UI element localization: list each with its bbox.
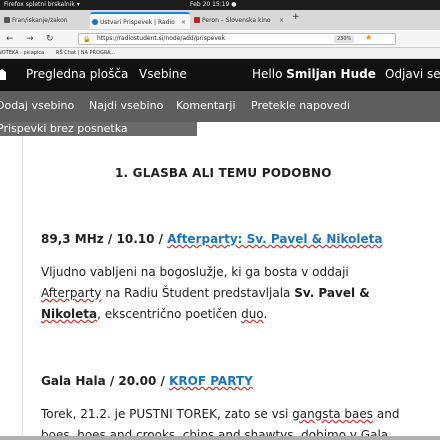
- misspelled-word: duo: [241, 307, 264, 321]
- tab-fran[interactable]: Fran/iskanje/zakon: [2, 12, 88, 29]
- app-menu[interactable]: Firefox spletni brskalnik ▾: [4, 0, 80, 10]
- event-heading: 89,3 MHz / 10.10 / Afterparty: Sv. Pavel…: [41, 232, 382, 246]
- tab-label: Peron – Slovenska kino: [202, 17, 271, 24]
- bookmark-rs-chat[interactable]: RŠ Chat | NA PROGRA...: [56, 48, 115, 59]
- new-tab-button[interactable]: +: [292, 12, 300, 22]
- text-span: na Radiu Študent predstavljala: [101, 286, 295, 300]
- forward-button[interactable]: →: [26, 33, 34, 45]
- bold-text: Sv. Pavel &: [294, 286, 370, 300]
- url-text: https://radiostudent.si/node/add/prispev…: [97, 35, 226, 42]
- menu-add-content[interactable]: Dodaj vsebino: [0, 99, 74, 112]
- text-span: Torek, 21.2. je PUSTNI TOREK, zato se vs…: [41, 407, 293, 421]
- bookmarks-toolbar: NOTEKA - picapica RŠ Chat | NA PROGRA...: [0, 48, 440, 59]
- zoom-indicator[interactable]: 230%: [334, 35, 355, 43]
- text-span: .: [263, 307, 268, 321]
- home-icon[interactable]: [0, 66, 6, 82]
- event-time: Gala Hala / 20.00 /: [41, 374, 170, 388]
- text-line: Afterparty na Radiu Študent predstavljal…: [41, 283, 439, 304]
- text-line: Nikoleta, ekscentrično poetičen duo.: [41, 304, 439, 325]
- text-line: Vljudno vabljeni na bogoslužje, ki ga bo…: [41, 265, 349, 279]
- menu-find-content[interactable]: Najdi vsebino: [89, 99, 163, 112]
- misspelled-word: gangsta baes: [292, 407, 374, 421]
- horizontal-scrollbar[interactable]: [0, 436, 440, 440]
- event-link[interactable]: Afterparty: Sv. Pavel & Nikoleta: [167, 232, 382, 246]
- event-description: Vljudno vabljeni na bogoslužje, ki ga bo…: [41, 262, 439, 325]
- tab-ustvari-prispevek[interactable]: Ustvari Prispevek | Radio ×: [90, 12, 190, 29]
- favicon-icon: [4, 17, 10, 23]
- chevron-down-icon: ▾: [76, 1, 80, 8]
- dashboard-link[interactable]: Pregledna plošča: [26, 67, 128, 81]
- reload-button[interactable]: ↻: [46, 33, 54, 45]
- favicon-icon: [194, 17, 200, 23]
- menu-comments[interactable]: Komentarji: [176, 99, 236, 112]
- event-description: Torek, 21.2. je PUSTNI TOREK, zato se vs…: [41, 404, 439, 440]
- tab-label: Ustvari Prispevek | Radio: [100, 19, 175, 26]
- secondary-menu: Dodaj vsebino Najdi vsebino Komentarji P…: [0, 91, 440, 122]
- bookmark-star-icon[interactable]: ★: [365, 33, 372, 43]
- close-tab-icon[interactable]: ×: [279, 12, 284, 29]
- tab-label: Fran/iskanje/zakon: [12, 17, 68, 24]
- content-link[interactable]: Vsebine: [139, 67, 187, 81]
- navigation-bar: ← → ↻ 🔒 https://radiostudent.si/node/add…: [0, 30, 440, 48]
- app-menu-label: Firefox spletni brskalnik: [4, 1, 75, 8]
- event-heading: Gala Hala / 20.00 / KROF PARTY: [41, 374, 253, 388]
- system-top-bar: Firefox spletni brskalnik ▾ Feb 20 15:19…: [0, 0, 440, 10]
- text-span: , ekscentrično poetičen: [97, 307, 242, 321]
- menu-posts-without-recording[interactable]: Prispevki brez posnetka: [0, 122, 197, 136]
- bookmark-noteka[interactable]: NOTEKA - picapica: [0, 48, 44, 59]
- text-span: and: [373, 407, 400, 421]
- url-bar[interactable]: 🔒 https://radiostudent.si/node/add/prisp…: [78, 33, 396, 45]
- logout-link[interactable]: Odjavi se: [385, 67, 440, 81]
- username: Smiljan Hude: [286, 67, 376, 81]
- user-greeting[interactable]: Hello Smiljan Hude: [252, 67, 376, 81]
- event-link[interactable]: KROF PARTY: [169, 374, 253, 388]
- menu-past-announcements[interactable]: Pretekle napovedi: [251, 99, 350, 112]
- tab-peron[interactable]: Peron – Slovenska kino ×: [192, 12, 288, 29]
- lock-icon: 🔒: [83, 36, 91, 43]
- section-heading: 1. GLASBA ALI TEMU PODOBNO: [115, 166, 332, 180]
- text-line: Torek, 21.2. je PUSTNI TOREK, zato se vs…: [41, 404, 439, 425]
- admin-toolbar: Pregledna plošča Vsebine Hello Smiljan H…: [0, 59, 440, 91]
- greeting-text: Hello: [252, 67, 287, 81]
- tab-strip: Fran/iskanje/zakon Ustvari Prispevek | R…: [0, 10, 440, 30]
- article-content: 1. GLASBA ALI TEMU PODOBNO 89,3 MHz / 10…: [22, 136, 440, 440]
- misspelled-word: Afterparty: [41, 286, 102, 300]
- event-time: 89,3 MHz / 10.10 /: [41, 232, 168, 246]
- back-button[interactable]: ←: [6, 33, 14, 45]
- clock[interactable]: Feb 20 15:19 ●: [190, 0, 237, 10]
- bold-text: Nikoleta: [41, 307, 98, 321]
- favicon-icon: [92, 19, 98, 25]
- close-tab-icon[interactable]: ×: [181, 14, 186, 29]
